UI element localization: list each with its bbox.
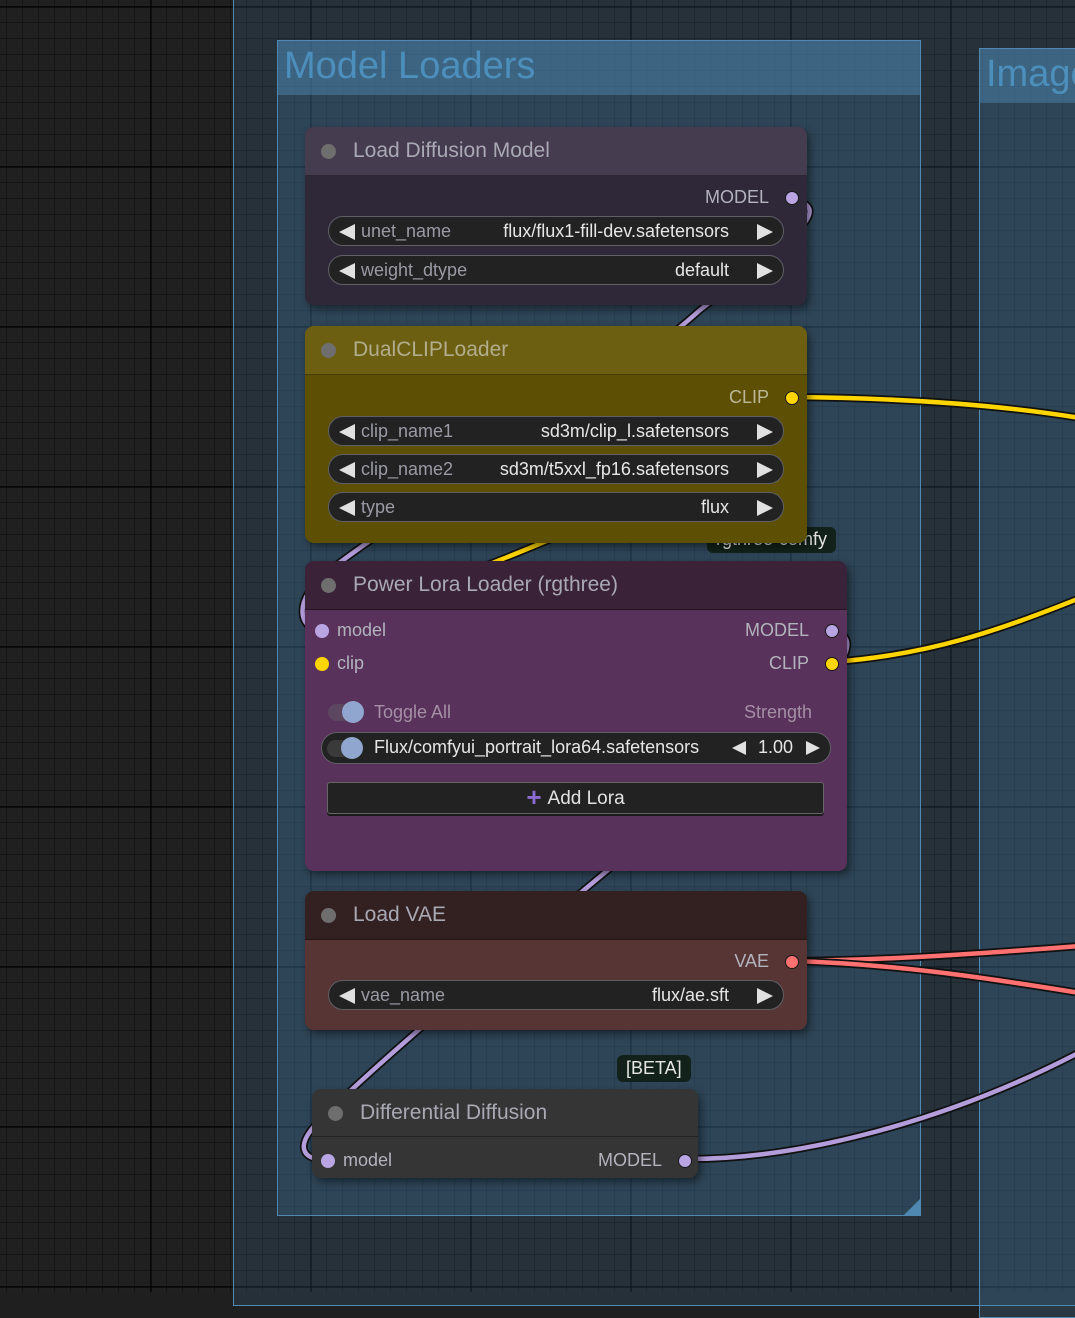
model-slot-dot-icon[interactable] [785,191,799,205]
widget-label: unet_name [361,221,452,241]
node-load-vae[interactable]: Load VAE VAE vae_name flux/ae.sft [305,891,807,1030]
node-title: Differential Diffusion [360,1101,548,1124]
output-label: MODEL [597,1150,662,1170]
toggle-knob [341,737,363,759]
clip-slot-dot-icon[interactable] [825,657,839,671]
arrow-right-icon[interactable] [757,224,773,240]
input-slot-model[interactable]: model [315,620,515,642]
input-label: clip [337,653,365,673]
arrow-left-icon[interactable] [339,462,355,478]
widget-label: clip_name1 [361,421,454,441]
node-power-lora-loader[interactable]: Power Lora Loader (rgthree) model clip M… [305,561,847,871]
combo-weight-dtype[interactable]: weight_dtype default [328,255,784,285]
output-slot-clip[interactable]: CLIP [639,653,839,675]
lora-row[interactable]: Flux/comfyui_portrait_lora64.safetensors… [321,732,831,764]
model-slot-dot-icon[interactable] [678,1154,692,1168]
node-title: Load VAE [353,903,447,926]
arrow-right-icon[interactable] [757,462,773,478]
strength-decrease-icon[interactable] [732,741,746,755]
widget-value: sd3m/t5xxl_fp16.safetensors [499,459,729,479]
link-model-diffdiff-right [681,1052,1075,1162]
output-slot-model[interactable]: MODEL [639,620,839,642]
model-slot-dot-icon[interactable] [315,624,329,638]
combo-vae-name[interactable]: vae_name flux/ae.sft [328,980,784,1010]
link-clip-lora-right [829,597,1075,665]
widget-label: weight_dtype [361,260,468,280]
output-label: MODEL [704,187,769,207]
collapse-dot-icon[interactable] [321,343,336,358]
strength-header: Strength [743,702,812,722]
vae-slot-dot-icon[interactable] [785,955,799,969]
node-header[interactable]: DualCLIPLoader [305,326,807,375]
arrow-left-icon[interactable] [339,424,355,440]
output-label: MODEL [744,620,809,640]
arrow-right-icon[interactable] [757,988,773,1004]
node-header[interactable]: Differential Diffusion [312,1089,698,1137]
widget-value: flux/flux1-fill-dev.safetensors [503,221,729,241]
input-label: model [337,620,387,640]
combo-clip-name2[interactable]: clip_name2 sd3m/t5xxl_fp16.safetensors [328,454,784,484]
node-header[interactable]: Load VAE [305,891,807,940]
widget-label: clip_name2 [361,459,454,479]
output-label: CLIP [728,387,769,407]
arrow-right-icon[interactable] [757,263,773,279]
arrow-left-icon[interactable] [339,263,355,279]
arrow-left-icon[interactable] [339,988,355,1004]
input-slot-model[interactable]: model [321,1150,481,1172]
input-label: model [343,1150,393,1170]
model-slot-dot-icon[interactable] [825,624,839,638]
output-slot-model[interactable]: MODEL [532,1150,692,1172]
badge-beta: [BETA] [617,1055,691,1082]
lora-strength[interactable]: 1.00 [758,737,793,758]
widget-label: type [361,497,396,517]
output-slot-model[interactable]: MODEL [599,187,799,209]
link-vae-right-2-outline [788,957,1075,997]
node-dual-clip-loader[interactable]: DualCLIPLoader CLIP clip_name1 sd3m/clip… [305,326,807,543]
widget-value: flux [700,497,729,517]
clip-slot-dot-icon[interactable] [785,391,799,405]
toggle-knob [342,701,364,723]
node-header[interactable]: Power Lora Loader (rgthree) [305,561,847,610]
link-clip-lora-right-outline [828,595,1075,666]
arrow-left-icon[interactable] [339,500,355,516]
strength-increase-icon[interactable] [806,741,820,755]
collapse-dot-icon[interactable] [321,578,336,593]
output-slot-clip[interactable]: CLIP [599,387,799,409]
node-header[interactable]: Load Diffusion Model [305,127,807,176]
arrow-right-icon[interactable] [757,424,773,440]
model-slot-dot-icon[interactable] [321,1154,335,1168]
plus-icon: + [526,782,542,812]
toggle-all-label: Toggle All [374,702,452,722]
combo-clip-name1[interactable]: clip_name1 sd3m/clip_l.safetensors [328,416,784,446]
output-label: VAE [734,951,769,971]
collapse-dot-icon[interactable] [321,908,336,923]
lora-enable-switch[interactable] [327,737,363,759]
toggle-all-switch[interactable] [328,701,364,723]
arrow-right-icon[interactable] [757,500,773,516]
node-differential-diffusion[interactable]: Differential Diffusion model MODEL [312,1089,698,1178]
widget-value: sd3m/clip_l.safetensors [540,421,729,441]
add-lora-button[interactable]: + Add Lora [327,782,824,814]
add-lora-label: Add Lora [547,788,625,809]
combo-type[interactable]: type flux [328,492,784,522]
widget-value: flux/ae.sft [651,985,729,1005]
arrow-left-icon[interactable] [339,224,355,240]
lora-name[interactable]: Flux/comfyui_portrait_lora64.safetensors [374,737,699,758]
widget-value: default [674,260,729,280]
link-model-diffdiff-right-outline [680,1050,1075,1164]
badge-text: [BETA] [626,1058,682,1078]
clip-slot-dot-icon[interactable] [315,657,329,671]
combo-unet-name[interactable]: unet_name flux/flux1-fill-dev.safetensor… [328,216,784,246]
collapse-dot-icon[interactable] [321,144,336,159]
node-title: Load Diffusion Model [353,139,550,162]
input-slot-clip[interactable]: clip [315,653,515,675]
widget-label: vae_name [361,985,446,1005]
output-slot-vae[interactable]: VAE [599,951,799,973]
collapse-dot-icon[interactable] [328,1106,343,1121]
node-load-diffusion-model[interactable]: Load Diffusion Model MODEL unet_name flu… [305,127,807,305]
node-title: Power Lora Loader (rgthree) [353,573,618,596]
output-label: CLIP [768,653,809,673]
node-title: DualCLIPLoader [353,338,509,361]
